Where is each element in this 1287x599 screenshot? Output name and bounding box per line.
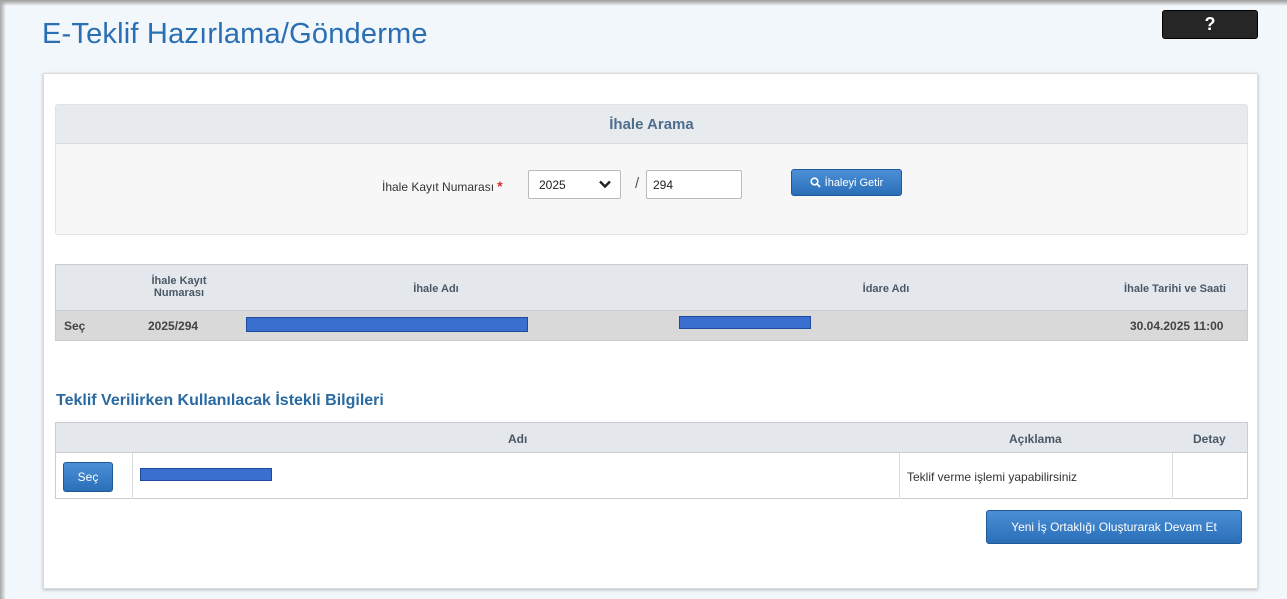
main-panel: İhale Arama İhale Kayıt Numarası * 2025 /… <box>43 73 1258 589</box>
slash-separator: / <box>635 175 640 192</box>
bidder-table-header: Adı Açıklama Detay <box>56 423 1247 453</box>
left-shadow <box>0 0 6 599</box>
fetch-tender-label: İhaleyi Getir <box>824 176 884 189</box>
column-divider <box>1172 453 1173 499</box>
fetch-tender-button[interactable]: İhaleyi Getir <box>791 169 902 196</box>
chevron-down-icon <box>599 180 611 189</box>
col-registration-number: İhale Kayıt Numarası <box>134 275 224 299</box>
redacted-bidder-name <box>140 468 272 481</box>
bidder-table: Adı Açıklama Detay Seç Teklif verme işle… <box>55 422 1248 499</box>
table-row[interactable]: Seç 2025/294 30.04.2025 11:00 <box>56 311 1247 340</box>
bidder-description: Teklif verme işlemi yapabilirsiniz <box>907 470 1078 484</box>
col-administration-name: İdare Adı <box>862 283 910 295</box>
tender-date: 30.04.2025 11:00 <box>1130 319 1224 333</box>
tender-number: 2025/294 <box>148 319 199 333</box>
col-name: Adı <box>508 432 528 446</box>
tender-table: İhale Kayıt Numarası İhale Adı İdare Adı… <box>55 264 1248 341</box>
search-header: İhale Arama <box>56 105 1247 144</box>
table-row: Seç Teklif verme işlemi yapabilirsiniz <box>56 453 1247 499</box>
col-tender-date: İhale Tarihi ve Saati <box>1124 283 1226 295</box>
search-row: İhale Kayıt Numarası* 2025 / İhaleyi Get… <box>56 169 1247 201</box>
col-registration-number-line2: Numarası <box>153 287 205 299</box>
top-shadow <box>0 0 1287 6</box>
tender-table-header: İhale Kayıt Numarası İhale Adı İdare Adı… <box>56 265 1247 311</box>
col-description: Açıklama <box>1009 432 1062 446</box>
year-select-value: 2025 <box>539 177 566 192</box>
bidder-section-title: Teklif Verilirken Kullanılacak İstekli B… <box>56 392 384 409</box>
page-title: E-Teklif Hazırlama/Gönderme <box>42 18 428 50</box>
column-divider <box>132 453 133 499</box>
help-button[interactable]: ? <box>1162 10 1258 39</box>
select-link[interactable]: Seç <box>64 319 85 333</box>
new-joint-venture-button[interactable]: Yeni İş Ortaklığı Oluşturarak Devam Et <box>986 510 1242 544</box>
col-detail: Detay <box>1193 432 1226 446</box>
redacted-tender-name <box>246 317 528 332</box>
registration-number-input[interactable] <box>646 170 742 199</box>
col-registration-number-line1: İhale Kayıt <box>151 275 207 287</box>
redacted-administration-name <box>679 316 811 329</box>
year-select[interactable]: 2025 <box>528 170 621 199</box>
column-divider <box>899 453 900 499</box>
col-tender-name: İhale Adı <box>413 283 459 295</box>
select-bidder-button[interactable]: Seç <box>63 462 113 492</box>
search-icon <box>810 177 821 188</box>
tender-search-panel: İhale Arama İhale Kayıt Numarası * 2025 /… <box>55 104 1248 235</box>
required-mark: * <box>497 178 503 194</box>
registration-number-label: İhale Kayıt Numarası * <box>382 178 503 194</box>
